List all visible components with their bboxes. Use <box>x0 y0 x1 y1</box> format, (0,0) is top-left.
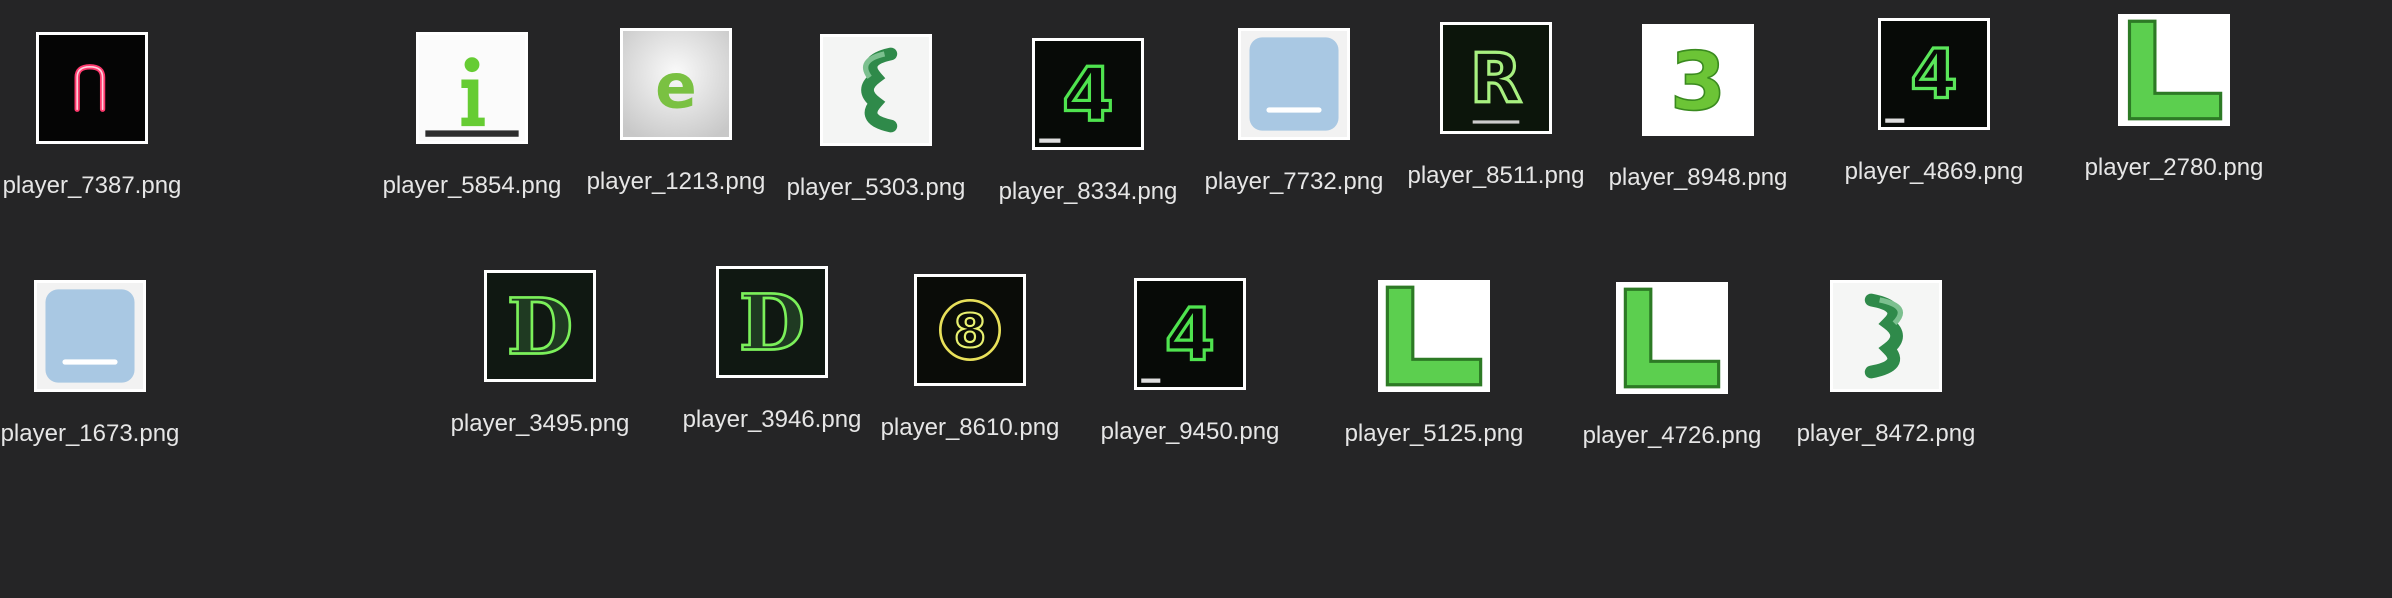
letter-d-icon[interactable]: D <box>716 266 828 378</box>
desktop-file-grid: player_7387.png player_5854.png e player… <box>0 0 2392 598</box>
file-name: player_5854.png <box>382 172 562 199</box>
neon-letter-n-icon[interactable] <box>36 32 148 144</box>
file-name: player_7387.png <box>2 172 182 199</box>
neon-digit-4-icon[interactable]: 4 <box>1878 18 1990 130</box>
file-name: player_2780.png <box>2084 154 2264 181</box>
file-name: player_8334.png <box>998 178 1178 205</box>
svg-text:4: 4 <box>1062 52 1114 138</box>
file-name: player_3946.png <box>682 406 862 433</box>
letter-epsilon-icon[interactable] <box>820 34 932 146</box>
svg-text:R: R <box>1470 38 1522 117</box>
file-name: player_5303.png <box>786 174 966 201</box>
blue-tile-icon[interactable] <box>34 280 146 392</box>
file-name: player_8948.png <box>1608 164 1788 191</box>
neon-digit-4-icon[interactable]: 4 <box>1134 278 1246 390</box>
letter-d-icon[interactable]: D <box>484 270 596 382</box>
file-name: player_7732.png <box>1204 168 1384 195</box>
neon-digit-8-icon[interactable]: 8 <box>914 274 1026 386</box>
svg-text:4: 4 <box>1165 292 1215 376</box>
letter-l-icon[interactable] <box>2118 14 2230 126</box>
digit-3-stripes-icon[interactable] <box>1830 280 1942 392</box>
blue-tile-icon[interactable] <box>1238 28 1350 140</box>
letter-e-icon[interactable]: e <box>620 28 732 140</box>
file-name: player_5125.png <box>1344 420 1524 447</box>
letter-l-icon[interactable] <box>1378 280 1490 392</box>
svg-text:3: 3 <box>1670 35 1726 129</box>
file-name: player_8511.png <box>1407 162 1585 189</box>
neon-digit-4-icon[interactable]: 4 <box>1032 38 1144 150</box>
digit-3-icon[interactable]: 3 <box>1642 24 1754 136</box>
file-name: player_8472.png <box>1796 420 1976 447</box>
file-name: player_8610.png <box>880 414 1060 441</box>
file-name: player_3495.png <box>450 410 630 437</box>
file-name: player_1673.png <box>0 420 180 447</box>
svg-text:D: D <box>739 278 805 368</box>
svg-text:4: 4 <box>1910 34 1957 113</box>
file-name: player_4726.png <box>1582 422 1762 449</box>
file-name: player_1213.png <box>586 168 766 195</box>
file-name: player_9450.png <box>1100 418 1280 445</box>
svg-text:e: e <box>655 51 697 122</box>
svg-text:8: 8 <box>954 304 986 358</box>
file-name: player_4869.png <box>1844 158 2024 185</box>
svg-text:D: D <box>507 282 573 372</box>
letter-i-icon[interactable] <box>416 32 528 144</box>
neon-letter-r-icon[interactable]: R <box>1440 22 1552 134</box>
letter-l-icon[interactable] <box>1616 282 1728 394</box>
